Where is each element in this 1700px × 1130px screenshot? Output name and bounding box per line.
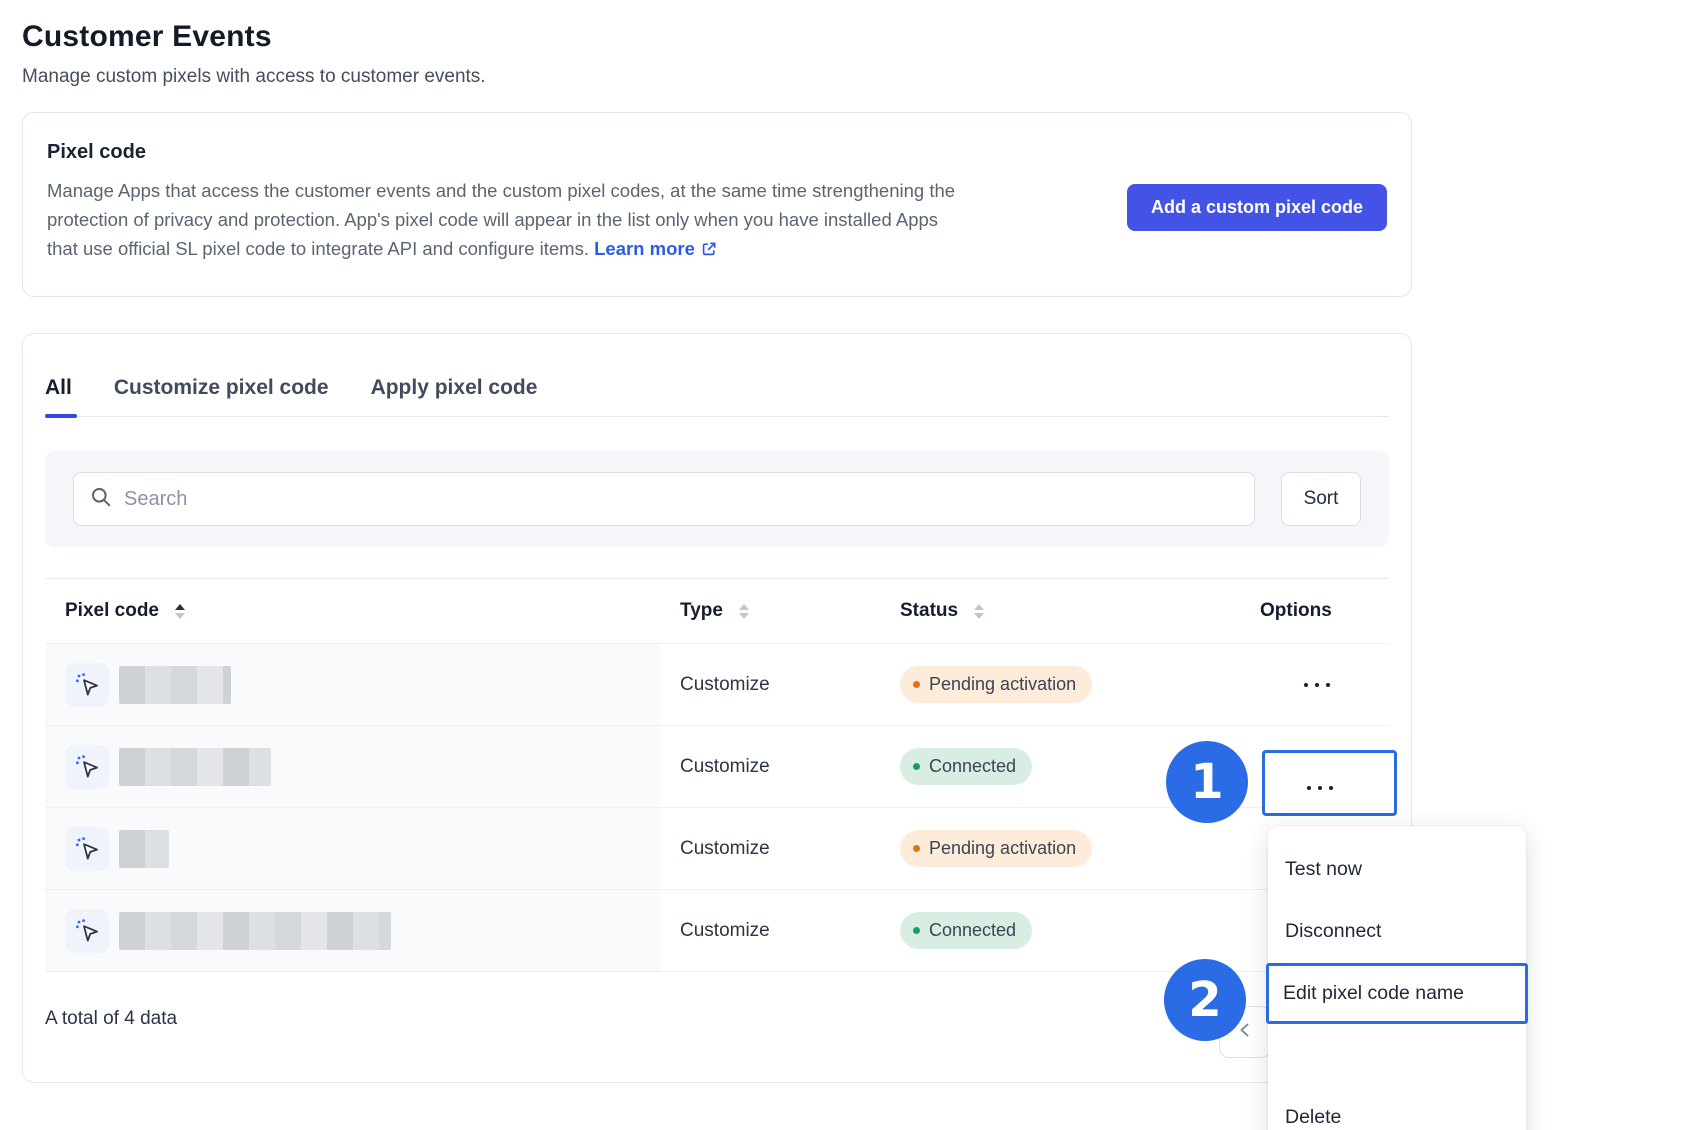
- external-link-icon: [700, 237, 718, 266]
- pixel-code-cell: [45, 726, 660, 807]
- pixel-code-card: Pixel code Manage Apps that access the c…: [22, 112, 1412, 297]
- tab-all[interactable]: All: [45, 376, 72, 416]
- learn-more-link[interactable]: Learn more: [594, 238, 718, 259]
- options-button-highlight-box: [1262, 750, 1397, 816]
- sort-carets-icon[interactable]: [739, 604, 749, 619]
- annotation-step-2-circle: 2: [1164, 959, 1246, 1041]
- type-cell: Customize: [660, 808, 880, 889]
- pixel-code-cell: [45, 890, 660, 971]
- table-row: Customize Pending activation: [45, 643, 1389, 725]
- page-subtitle: Manage custom pixels with access to cust…: [22, 66, 1412, 88]
- menu-item-disconnect[interactable]: Disconnect: [1268, 900, 1526, 962]
- status-dot-icon: [913, 845, 920, 852]
- column-header-status[interactable]: Status: [880, 579, 1240, 643]
- status-badge: Pending activation: [900, 666, 1092, 703]
- menu-item-test-now[interactable]: Test now: [1268, 838, 1526, 900]
- redacted-pixel-name: [119, 748, 271, 786]
- status-cell: Connected: [880, 890, 1240, 971]
- pixel-code-cell: [45, 808, 660, 889]
- sort-carets-icon[interactable]: [175, 604, 185, 619]
- status-badge: Connected: [900, 748, 1032, 785]
- search-icon: [90, 486, 112, 513]
- column-header-type[interactable]: Type: [660, 579, 880, 643]
- column-header-options: Options: [1240, 579, 1389, 643]
- status-dot-icon: [913, 927, 920, 934]
- redacted-pixel-name: [119, 912, 391, 950]
- annotation-step-1-circle: 1: [1166, 741, 1248, 823]
- options-cell: [1240, 644, 1389, 725]
- pixel-code-description: Manage Apps that access the customer eve…: [47, 176, 955, 266]
- pixel-code-cell: [45, 644, 660, 725]
- menu-item-delete[interactable]: Delete: [1268, 1086, 1526, 1130]
- edit-pixel-code-name-highlight-box[interactable]: Edit pixel code name: [1266, 963, 1528, 1024]
- more-options-icon[interactable]: [1303, 776, 1337, 800]
- table-header-row: Pixel code Type Status Options: [45, 579, 1389, 643]
- table-row: Customize Pending activation: [45, 807, 1389, 889]
- description-line-1: Manage Apps that access the customer eve…: [47, 176, 955, 205]
- type-cell: Customize: [660, 644, 880, 725]
- status-cell: Pending activation: [880, 808, 1240, 889]
- tab-customize-pixel-code[interactable]: Customize pixel code: [114, 376, 329, 416]
- pixel-cursor-icon: [65, 745, 109, 789]
- status-dot-icon: [913, 763, 920, 770]
- customer-events-page: Customer Events Manage custom pixels wit…: [0, 0, 1700, 1130]
- table-row: Customize Connected: [45, 889, 1389, 972]
- status-badge: Connected: [900, 912, 1032, 949]
- tab-bar: All Customize pixel code Apply pixel cod…: [45, 334, 1389, 417]
- type-cell: Customize: [660, 726, 880, 807]
- search-panel: Sort: [45, 451, 1389, 547]
- tab-apply-pixel-code[interactable]: Apply pixel code: [371, 376, 538, 416]
- page-title: Customer Events: [22, 20, 1412, 54]
- status-badge: Pending activation: [900, 830, 1092, 867]
- sort-button[interactable]: Sort: [1281, 472, 1361, 526]
- redacted-pixel-name: [119, 666, 231, 704]
- add-custom-pixel-code-button[interactable]: Add a custom pixel code: [1127, 184, 1387, 231]
- search-box[interactable]: [73, 472, 1255, 526]
- type-cell: Customize: [660, 890, 880, 971]
- status-cell: Pending activation: [880, 644, 1240, 725]
- description-line-3: that use official SL pixel code to integ…: [47, 234, 955, 266]
- pixel-cursor-icon: [65, 663, 109, 707]
- status-dot-icon: [913, 681, 920, 688]
- sort-carets-icon[interactable]: [974, 604, 984, 619]
- column-header-pixel-code[interactable]: Pixel code: [45, 579, 660, 643]
- pixel-code-card-title: Pixel code: [47, 141, 1387, 164]
- description-line-2: protection of privacy and protection. Ap…: [47, 205, 955, 234]
- pixel-cursor-icon: [65, 827, 109, 871]
- search-input[interactable]: [122, 487, 1238, 512]
- pixel-cursor-icon: [65, 909, 109, 953]
- redacted-pixel-name: [119, 830, 169, 868]
- more-options-icon[interactable]: [1300, 673, 1334, 697]
